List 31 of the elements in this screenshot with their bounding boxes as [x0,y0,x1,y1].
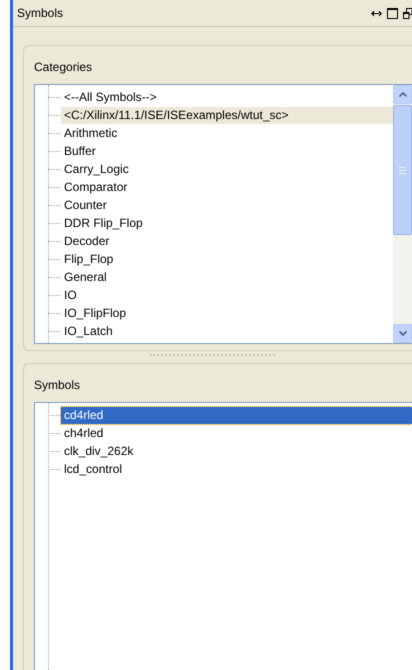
tree-item[interactable]: IO_FlipFlop [61,304,393,322]
tree-item[interactable]: <--All Symbols--> [61,88,393,106]
tree-item[interactable]: Counter [61,196,393,214]
scroll-down-button[interactable] [393,324,412,343]
scrollbar[interactable] [393,85,412,343]
tree-item[interactable]: lcd_control [61,460,412,478]
tree-item[interactable]: IO_Latch [61,322,393,340]
tree-item[interactable]: Buffer [61,142,393,160]
window-title: Symbols [17,5,64,22]
scroll-up-button[interactable] [393,85,412,104]
grip-icon [399,166,406,174]
tree-item[interactable]: cd4rled [61,406,412,424]
tree-item[interactable]: IO [61,286,393,304]
tree-item[interactable]: clk_div_262k [61,442,412,460]
tree-item[interactable]: Arithmetic [61,124,393,142]
group-label: Symbols [34,377,82,394]
double-arrow-icon[interactable] [371,10,382,16]
tree-item[interactable]: DDR Flip_Flop [61,214,393,232]
chevron-up-icon [398,92,406,97]
group-label: Categories [34,59,94,76]
tree-item[interactable]: Comparator [61,178,393,196]
tree-item[interactable]: <C:/Xilinx/11.1/ISE/ISEexamples/wtut_sc> [61,106,393,124]
tree-item[interactable]: Decoder [61,232,393,250]
restore-icon[interactable] [403,8,412,18]
chevron-down-icon [398,331,406,336]
tree-item[interactable]: Flip_Flop [61,250,393,268]
maximize-icon[interactable] [387,8,398,18]
tree-item[interactable]: General [61,268,393,286]
tree-item[interactable]: ch4rled [61,424,412,442]
scroll-thumb[interactable] [393,105,412,235]
tree-item[interactable]: Carry_Logic [61,160,393,178]
